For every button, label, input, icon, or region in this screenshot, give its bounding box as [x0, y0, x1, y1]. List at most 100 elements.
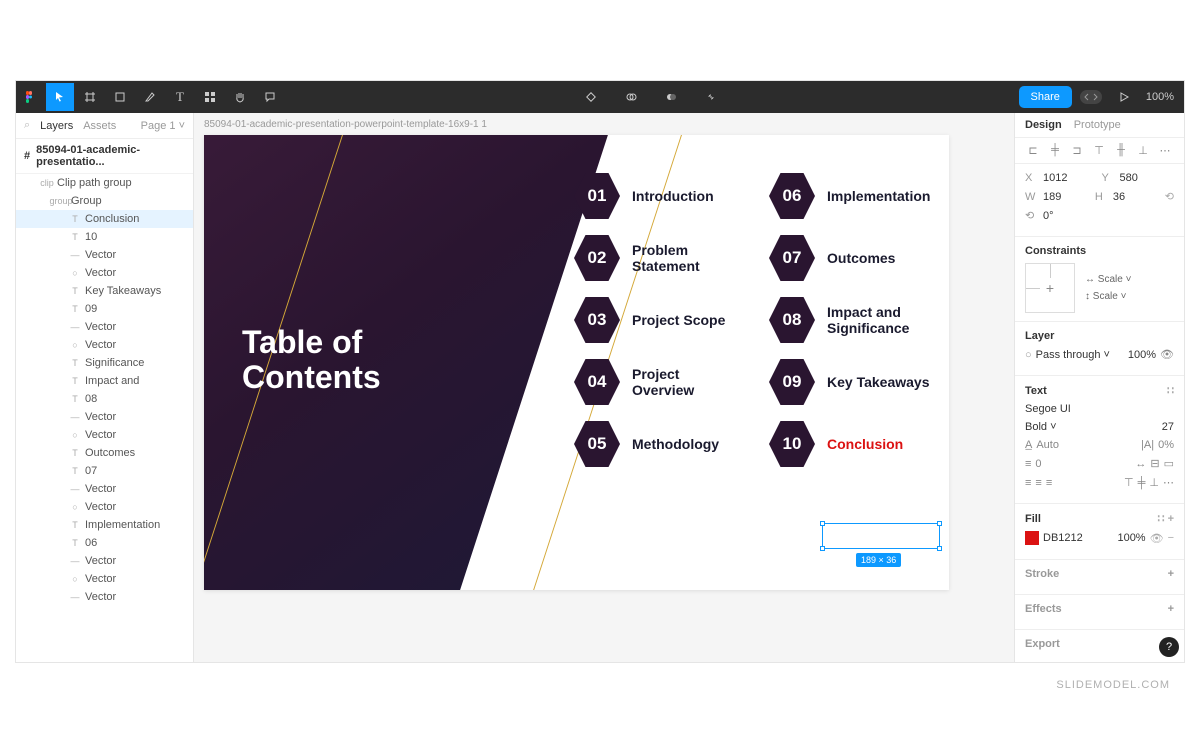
font-size-input[interactable]: 27: [1162, 421, 1174, 433]
fill-color-swatch[interactable]: [1025, 531, 1039, 545]
layer-list[interactable]: clipClip path groupgroupGroupTConclusion…: [16, 174, 193, 662]
layer-item[interactable]: T10: [16, 228, 193, 246]
assets-tab[interactable]: Assets: [83, 120, 116, 132]
auto-height-icon[interactable]: ⊟: [1150, 457, 1159, 470]
y-input[interactable]: 580: [1120, 172, 1175, 184]
present-button[interactable]: [1110, 83, 1138, 111]
visibility-icon[interactable]: 👁: [1160, 348, 1174, 361]
zoom-control[interactable]: 100%: [1146, 91, 1174, 103]
layer-item[interactable]: clipClip path group: [16, 174, 193, 192]
align-top-icon[interactable]: ⊤: [1091, 144, 1107, 157]
layer-item[interactable]: —Vector: [16, 408, 193, 426]
text-align-middle-icon[interactable]: ╪: [1138, 477, 1146, 489]
layer-item[interactable]: groupGroup: [16, 192, 193, 210]
text-align-right-icon[interactable]: ≡: [1046, 477, 1052, 489]
fill-styles-icon[interactable]: ∷: [1158, 513, 1165, 525]
align-bottom-icon[interactable]: ⊥: [1135, 144, 1151, 157]
constrain-proportions-icon[interactable]: ⟲: [1165, 190, 1174, 203]
prototype-tab[interactable]: Prototype: [1074, 119, 1121, 131]
layer-item[interactable]: TImplementation: [16, 516, 193, 534]
fill-hex-input[interactable]: DB1212: [1043, 532, 1113, 544]
text-align-left-icon[interactable]: ≡: [1025, 477, 1031, 489]
h-input[interactable]: 36: [1113, 191, 1161, 203]
comment-tool[interactable]: [256, 83, 284, 111]
frame-label[interactable]: 85094-01-academic-presentation-powerpoin…: [204, 119, 487, 130]
slide-frame[interactable]: Table of Contents 01Introduction06Implem…: [204, 135, 949, 590]
constraint-v-select[interactable]: ↕ Scale ˅: [1085, 291, 1131, 302]
line-height-input[interactable]: Auto: [1036, 439, 1137, 451]
auto-width-icon[interactable]: ↔: [1135, 458, 1146, 470]
rotation-input[interactable]: 0°: [1043, 210, 1174, 222]
mask-icon[interactable]: [617, 83, 645, 111]
layer-item[interactable]: ○Vector: [16, 426, 193, 444]
text-styles-icon[interactable]: ∷: [1167, 384, 1174, 397]
layer-opacity-input[interactable]: 100%: [1128, 349, 1156, 361]
layer-item[interactable]: TOutcomes: [16, 444, 193, 462]
letter-spacing-input[interactable]: 0%: [1158, 439, 1174, 451]
add-fill-icon[interactable]: +: [1168, 513, 1174, 525]
frame-tool[interactable]: [76, 83, 104, 111]
constraints-widget[interactable]: +: [1025, 263, 1075, 313]
layer-item[interactable]: —Vector: [16, 480, 193, 498]
text-more-icon[interactable]: ⋯: [1163, 476, 1174, 489]
design-tab[interactable]: Design: [1025, 119, 1062, 131]
layer-item[interactable]: ○Vector: [16, 570, 193, 588]
layer-item[interactable]: T07: [16, 462, 193, 480]
search-icon[interactable]: ⌕: [24, 119, 30, 132]
link-icon[interactable]: [697, 83, 725, 111]
boolean-icon[interactable]: [657, 83, 685, 111]
blend-mode-select[interactable]: Pass through ˅: [1036, 349, 1124, 361]
hand-tool[interactable]: [226, 83, 254, 111]
layer-type-icon: ○: [70, 430, 80, 440]
align-right-icon[interactable]: ⊐: [1069, 144, 1085, 157]
layer-item[interactable]: TImpact and: [16, 372, 193, 390]
layer-item[interactable]: T08: [16, 390, 193, 408]
align-more-icon[interactable]: ⋯: [1157, 144, 1173, 157]
font-weight-select[interactable]: Bold ˅: [1025, 421, 1158, 433]
text-tool[interactable]: T: [166, 83, 194, 111]
fill-opacity-input[interactable]: 100%: [1117, 532, 1145, 544]
align-vcenter-icon[interactable]: ╫: [1113, 144, 1129, 157]
shape-tool[interactable]: [106, 83, 134, 111]
pen-tool[interactable]: [136, 83, 164, 111]
page-selector[interactable]: Page 1 ˅: [141, 120, 185, 132]
text-align-center-icon[interactable]: ≡: [1035, 477, 1041, 489]
layer-item[interactable]: ○Vector: [16, 264, 193, 282]
layer-item[interactable]: T06: [16, 534, 193, 552]
text-align-top-icon[interactable]: ⊤: [1124, 476, 1134, 489]
component-icon[interactable]: [577, 83, 605, 111]
align-left-icon[interactable]: ⊏: [1025, 144, 1041, 157]
layer-item[interactable]: —Vector: [16, 318, 193, 336]
layer-item[interactable]: TConclusion: [16, 210, 193, 228]
layer-item[interactable]: —Vector: [16, 246, 193, 264]
figma-menu-button[interactable]: [16, 83, 44, 111]
layer-item[interactable]: —Vector: [16, 588, 193, 606]
add-effect-icon[interactable]: +: [1168, 603, 1174, 615]
dev-mode-toggle[interactable]: [1080, 90, 1102, 104]
layer-item[interactable]: TKey Takeaways: [16, 282, 193, 300]
fixed-size-icon[interactable]: ▭: [1164, 457, 1174, 470]
help-button[interactable]: ?: [1159, 637, 1179, 657]
layer-label: Group: [71, 195, 102, 207]
constraint-h-select[interactable]: ↔ Scale ˅: [1085, 274, 1131, 285]
file-name-row[interactable]: # 85094-01-academic-presentatio...: [16, 139, 193, 174]
canvas[interactable]: 85094-01-academic-presentation-powerpoin…: [194, 113, 1014, 662]
layer-item[interactable]: ○Vector: [16, 336, 193, 354]
add-stroke-icon[interactable]: +: [1168, 568, 1174, 580]
fill-visibility-icon[interactable]: 👁: [1150, 532, 1164, 545]
resources-tool[interactable]: [196, 83, 224, 111]
layer-item[interactable]: ○Vector: [16, 498, 193, 516]
layer-item[interactable]: T09: [16, 300, 193, 318]
paragraph-spacing-input[interactable]: 0: [1035, 458, 1131, 470]
font-family-select[interactable]: Segoe UI: [1025, 403, 1174, 415]
align-hcenter-icon[interactable]: ╪: [1047, 144, 1063, 157]
share-button[interactable]: Share: [1019, 86, 1072, 108]
layers-tab[interactable]: Layers: [40, 120, 73, 132]
text-align-bottom-icon[interactable]: ⊥: [1149, 476, 1159, 489]
layer-item[interactable]: —Vector: [16, 552, 193, 570]
move-tool[interactable]: [46, 83, 74, 111]
w-input[interactable]: 189: [1043, 191, 1091, 203]
layer-item[interactable]: TSignificance: [16, 354, 193, 372]
x-input[interactable]: 1012: [1043, 172, 1098, 184]
fill-remove-icon[interactable]: −: [1168, 532, 1174, 544]
